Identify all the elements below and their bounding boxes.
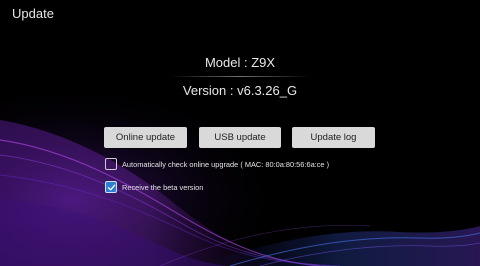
auto-check-option[interactable]: Automatically check online upgrade ( MAC… bbox=[105, 158, 329, 170]
check-icon bbox=[107, 184, 115, 190]
online-update-button[interactable]: Online update bbox=[104, 127, 187, 148]
update-screen: Update Model : Z9X Version : v6.3.26_G O… bbox=[0, 0, 480, 266]
beta-version-option[interactable]: Receive the beta version bbox=[105, 181, 203, 193]
page-title: Update bbox=[12, 6, 54, 21]
auto-check-checkbox[interactable] bbox=[105, 158, 117, 170]
model-label: Model : Z9X bbox=[204, 55, 276, 70]
info-divider bbox=[170, 76, 310, 77]
usb-update-button[interactable]: USB update bbox=[199, 127, 281, 148]
beta-version-checkbox[interactable] bbox=[105, 181, 117, 193]
auto-check-label: Automatically check online upgrade ( MAC… bbox=[122, 159, 330, 169]
update-log-button[interactable]: Update log bbox=[292, 127, 375, 148]
beta-version-label: Receive the beta version bbox=[122, 182, 204, 192]
version-label: Version : v6.3.26_G bbox=[182, 83, 298, 98]
